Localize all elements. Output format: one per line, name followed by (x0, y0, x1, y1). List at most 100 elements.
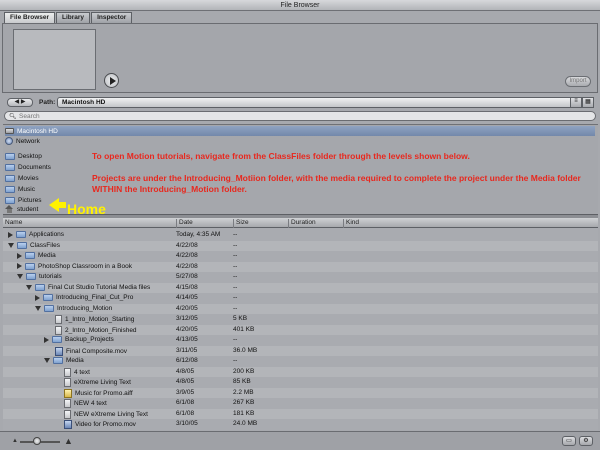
cell-size: 401 KB (233, 325, 255, 333)
back-forward-buttons[interactable]: ◀ ▶ (7, 98, 33, 107)
sidebar-item-macintosh-hd[interactable]: Macintosh HD (5, 126, 595, 136)
tab-library[interactable]: Library (56, 12, 91, 23)
cell-name: Music for Promo.aiff (53, 388, 133, 398)
file-table: Name Date Size Duration Kind Application… (3, 218, 598, 430)
icon-view-icon[interactable]: ▦ (582, 97, 594, 108)
cell-size: -- (233, 304, 238, 312)
row-name: Applications (29, 231, 65, 238)
cell-name: Final Composite.mov (44, 346, 127, 356)
table-row[interactable]: NEW 4 text 6/1/08 267 KB (3, 398, 598, 408)
action-button[interactable]: ⚙︎ (579, 436, 593, 446)
annotation-note-2: Projects are under the Introducing_Motii… (92, 173, 581, 194)
disclosure-open-icon[interactable] (44, 358, 50, 363)
cell-date: 4/13/05 (176, 336, 198, 343)
play-button[interactable] (104, 73, 119, 88)
sidebar-item-student[interactable]: student (5, 204, 38, 214)
import-button[interactable]: Import (565, 76, 591, 87)
cell-date: Today, 4:35 AM (176, 231, 221, 238)
cell-size: 5 KB (233, 315, 248, 322)
folder-icon (52, 336, 62, 343)
table-row[interactable]: NEW eXtreme Living Text 6/1/08 181 KB (3, 408, 598, 419)
column-header-size[interactable]: Size (233, 219, 249, 228)
sidebar-item-label: Movies (18, 174, 39, 182)
preview-thumbnail (13, 29, 96, 90)
table-row[interactable]: 4 text 4/8/05 200 KB (3, 366, 598, 377)
table-row[interactable]: PhotoShop Classroom in a Book 4/22/08 -- (3, 261, 598, 272)
disclosure-closed-icon[interactable] (8, 231, 13, 238)
table-row[interactable]: eXtreme Living Text 4/8/05 85 KB (3, 377, 598, 387)
sidebar-item-label: student (17, 205, 39, 213)
disclosure-closed-icon[interactable] (17, 263, 22, 269)
cell-name: Video for Promo.mov (53, 420, 136, 429)
table-row[interactable]: tutorials 5/27/08 -- (3, 272, 598, 282)
sidebar-item-label: Pictures (18, 196, 42, 204)
sidebar-item-music[interactable]: Music (5, 184, 35, 194)
column-header-date[interactable]: Date (176, 219, 193, 228)
table-row[interactable]: 1_Intro_Motion_Starting 3/12/05 5 KB (3, 314, 598, 324)
table-row[interactable]: Video for Promo.mov 3/10/05 24.0 MB (3, 419, 598, 429)
table-row[interactable]: Media 4/22/08 -- (3, 251, 598, 261)
tab-file-browser[interactable]: File Browser (4, 12, 56, 23)
cell-size: 36.0 MB (233, 346, 258, 354)
column-header-name[interactable]: Name (3, 219, 22, 228)
cell-name: eXtreme Living Text (53, 378, 131, 387)
folder-icon (43, 294, 53, 301)
tab-bar: File Browser Library Inspector (4, 12, 133, 23)
sidebar-item-network[interactable]: Network (5, 136, 40, 146)
folder-icon (5, 152, 15, 160)
row-name: 4 text (74, 368, 90, 376)
folder-icon (25, 262, 35, 270)
column-header-kind[interactable]: Kind (343, 219, 359, 228)
row-name: tutorials (39, 273, 62, 280)
table-row[interactable]: Applications Today, 4:35 AM -- (3, 230, 598, 240)
tab-inspector[interactable]: Inspector (91, 12, 133, 23)
disclosure-open-icon[interactable] (8, 242, 14, 248)
table-row[interactable]: Backup_Projects 4/13/05 -- (3, 335, 598, 345)
play-icon (110, 77, 116, 85)
list-view-icon[interactable]: ≡ (570, 97, 582, 108)
path-select[interactable]: Macintosh HD (57, 97, 593, 108)
disclosure-open-icon[interactable] (17, 274, 23, 279)
folder-icon (5, 174, 15, 182)
table-row[interactable]: Introducing_Final_Cut_Pro 4/14/05 -- (3, 293, 598, 303)
folder-icon (26, 273, 36, 280)
table-row[interactable]: Introducing_Motion 4/20/05 -- (3, 303, 598, 314)
cell-size: -- (233, 262, 238, 270)
sidebar-item-label: Network (16, 137, 40, 145)
disclosure-closed-icon[interactable] (44, 336, 49, 343)
sidebar-item-documents[interactable]: Documents (5, 162, 51, 172)
row-name: 2_Intro_Motion_Finished (65, 326, 137, 334)
table-row[interactable]: Final Cut Studio Tutorial Media files 4/1… (3, 282, 598, 293)
cell-size: 85 KB (233, 378, 251, 385)
zoom-slider-knob[interactable] (33, 437, 41, 445)
cell-name: Applications (8, 231, 64, 238)
table-row[interactable]: 2_Intro_Motion_Finished 4/20/05 401 KB (3, 324, 598, 335)
table-row[interactable]: Final Composite.mov 3/11/05 36.0 MB (3, 345, 598, 356)
window-title: File Browser (280, 2, 320, 9)
cell-name: Introducing_Final_Cut_Pro (35, 294, 133, 301)
sidebar-item-movies[interactable]: Movies (5, 173, 39, 183)
view-mode-buttons: ≡ ▦ (570, 97, 594, 108)
table-row[interactable]: Media 6/12/08 -- (3, 356, 598, 366)
cell-date: 4/8/05 (176, 367, 195, 375)
cell-date: 3/12/05 (176, 315, 198, 322)
preview-pane: Import (2, 23, 598, 93)
disclosure-open-icon[interactable] (26, 284, 32, 290)
new-folder-button[interactable]: ▭ (562, 436, 576, 446)
disclosure-closed-icon[interactable] (17, 252, 22, 259)
disclosure-closed-icon[interactable] (35, 294, 40, 301)
cell-size: -- (233, 252, 238, 259)
document-icon (55, 315, 62, 324)
disclosure-open-icon[interactable] (35, 305, 41, 311)
table-row[interactable]: ClassFiles 4/22/08 -- (3, 240, 598, 251)
folder-icon (53, 357, 63, 364)
column-header-duration[interactable]: Duration (288, 219, 316, 228)
sidebar-item-desktop[interactable]: Desktop (5, 151, 42, 161)
search-input[interactable] (19, 112, 579, 120)
row-name: NEW eXtreme Living Text (74, 410, 148, 418)
cell-name: PhotoShop Classroom in a Book (17, 262, 132, 270)
document-icon (64, 378, 71, 387)
row-name: Final Cut Studio Tutorial Media files (48, 283, 151, 291)
table-row[interactable]: Music for Promo.aiff 3/9/05 2.2 MB (3, 387, 598, 398)
cell-size: -- (233, 241, 238, 249)
